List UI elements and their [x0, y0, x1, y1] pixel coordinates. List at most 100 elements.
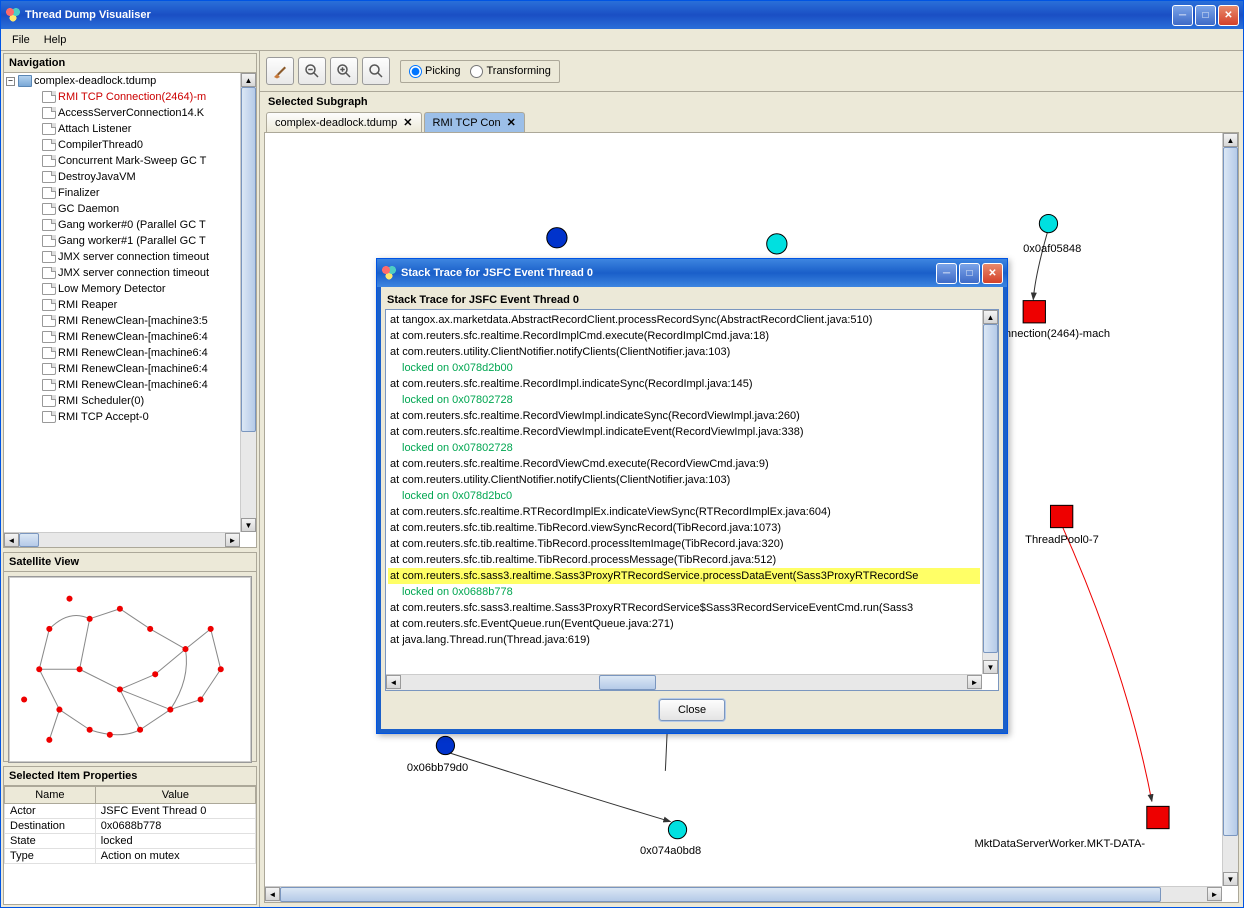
tree-item[interactable]: RMI RenewClean-[machine6:4 [4, 329, 256, 345]
graph-node[interactable] [436, 736, 454, 754]
satellite-header: Satellite View [4, 553, 256, 572]
tree-item[interactable]: RMI TCP Accept-0 [4, 409, 256, 425]
tree-item[interactable]: JMX server connection timeout [4, 265, 256, 281]
tree-item[interactable]: GC Daemon [4, 201, 256, 217]
graph-node-square[interactable] [1147, 806, 1169, 828]
tree-scrollbar-horizontal[interactable]: ◄ ► [4, 532, 240, 547]
tree-item[interactable]: CompilerThread0 [4, 137, 256, 153]
tree-item[interactable]: Concurrent Mark-Sweep GC T [4, 153, 256, 169]
minimize-button[interactable]: ─ [1172, 5, 1193, 26]
graph-scrollbar-horizontal[interactable]: ◄ ► [265, 886, 1222, 902]
maximize-button[interactable]: □ [1195, 5, 1216, 26]
property-row[interactable]: Destination0x0688b778 [5, 819, 256, 834]
tree-item[interactable]: AccessServerConnection14.K [4, 105, 256, 121]
scroll-down-button[interactable]: ▼ [983, 660, 998, 674]
graph-node[interactable] [1039, 214, 1057, 232]
tree-item[interactable]: RMI RenewClean-[machine6:4 [4, 377, 256, 393]
dialog-minimize-button[interactable]: ─ [936, 263, 957, 284]
scroll-thumb-horizontal[interactable] [599, 675, 656, 690]
tree-root[interactable]: −complex-deadlock.tdump [4, 73, 256, 89]
trace-scrollbar-horizontal[interactable]: ◄ ► [386, 674, 982, 690]
navigation-header: Navigation [4, 54, 256, 73]
tab[interactable]: RMI TCP Con✕ [424, 112, 525, 132]
scroll-down-button[interactable]: ▼ [241, 518, 256, 532]
tree-item-label: RMI TCP Accept-0 [58, 411, 149, 423]
navigation-tree[interactable]: −complex-deadlock.tdumpRMI TCP Connectio… [4, 73, 256, 547]
collapse-icon[interactable]: − [6, 77, 15, 86]
menu-help[interactable]: Help [37, 32, 74, 48]
trace-scrollbar-vertical[interactable]: ▲ ▼ [982, 310, 998, 674]
tree-item[interactable]: Gang worker#0 (Parallel GC T [4, 217, 256, 233]
scroll-left-button[interactable]: ◄ [4, 533, 19, 547]
tree-item[interactable]: Low Memory Detector [4, 281, 256, 297]
tree-item[interactable]: Attach Listener [4, 121, 256, 137]
node-label: MktDataServerWorker.MKT-DATA- [974, 838, 1145, 850]
file-icon [42, 123, 56, 135]
property-row[interactable]: TypeAction on mutex [5, 849, 256, 864]
tree-item[interactable]: RMI RenewClean-[machine6:4 [4, 361, 256, 377]
scroll-up-button[interactable]: ▲ [983, 310, 998, 324]
stack-trace-textarea[interactable]: at tangox.ax.marketdata.AbstractRecordCl… [385, 309, 999, 691]
graph-node[interactable] [767, 234, 787, 254]
tab[interactable]: complex-deadlock.tdump✕ [266, 112, 422, 132]
folder-icon [18, 75, 32, 87]
scroll-right-button[interactable]: ► [1207, 887, 1222, 901]
dialog-maximize-button[interactable]: □ [959, 263, 980, 284]
scroll-up-button[interactable]: ▲ [241, 73, 256, 87]
dialog-titlebar[interactable]: Stack Trace for JSFC Event Thread 0 ─ □ … [377, 259, 1007, 287]
scroll-right-button[interactable]: ► [967, 675, 982, 689]
tree-item[interactable]: Finalizer [4, 185, 256, 201]
tree-item[interactable]: RMI RenewClean-[machine3:5 [4, 313, 256, 329]
tree-item[interactable]: RMI Reaper [4, 297, 256, 313]
tree-item-label: RMI Scheduler(0) [58, 395, 144, 407]
tree-item[interactable]: Gang worker#1 (Parallel GC T [4, 233, 256, 249]
graph-node[interactable] [547, 228, 567, 248]
graph-node-square[interactable] [1023, 301, 1045, 323]
tree-item[interactable]: RMI RenewClean-[machine6:4 [4, 345, 256, 361]
dialog-label: Stack Trace for JSFC Event Thread 0 [385, 291, 999, 309]
properties-col-name[interactable]: Name [5, 787, 96, 804]
tree-scrollbar-vertical[interactable]: ▲ ▼ [240, 73, 256, 532]
menu-file[interactable]: File [5, 32, 37, 48]
tree-item-label: RMI Reaper [58, 299, 117, 311]
picking-radio[interactable]: Picking [409, 65, 460, 78]
tree-item-label: RMI RenewClean-[machine6:4 [58, 379, 208, 391]
dialog-close-button[interactable]: ✕ [982, 263, 1003, 284]
tab-close-icon[interactable]: ✕ [403, 116, 412, 129]
tree-item[interactable]: RMI Scheduler(0) [4, 393, 256, 409]
file-icon [42, 347, 56, 359]
property-row[interactable]: Statelocked [5, 834, 256, 849]
close-button[interactable]: Close [659, 699, 725, 721]
scroll-thumb-vertical[interactable] [983, 324, 998, 653]
tree-item[interactable]: JMX server connection timeout [4, 249, 256, 265]
graph-scrollbar-vertical[interactable]: ▲ ▼ [1222, 133, 1238, 886]
scroll-right-button[interactable]: ► [225, 533, 240, 547]
tree-item[interactable]: RMI TCP Connection(2464)-m [4, 89, 256, 105]
scroll-thumb-vertical[interactable] [1223, 147, 1238, 836]
tree-item[interactable]: DestroyJavaVM [4, 169, 256, 185]
tab-close-icon[interactable]: ✕ [507, 116, 516, 129]
main-titlebar[interactable]: Thread Dump Visualiser ─ □ ✕ [1, 1, 1243, 29]
scroll-left-button[interactable]: ◄ [265, 887, 280, 901]
scroll-thumb-horizontal[interactable] [19, 533, 39, 547]
app-icon [381, 265, 397, 281]
property-row[interactable]: ActorJSFC Event Thread 0 [5, 804, 256, 819]
zoom-out-button[interactable] [298, 57, 326, 85]
scroll-thumb-vertical[interactable] [241, 87, 256, 432]
properties-col-value[interactable]: Value [95, 787, 255, 804]
graph-node[interactable] [668, 821, 686, 839]
file-icon [42, 395, 56, 407]
zoom-in-button[interactable] [330, 57, 358, 85]
graph-node-square[interactable] [1050, 505, 1072, 527]
scroll-down-button[interactable]: ▼ [1223, 872, 1238, 886]
trace-line: locked on 0x07802728 [388, 440, 980, 456]
zoom-fit-button[interactable] [362, 57, 390, 85]
close-button[interactable]: ✕ [1218, 5, 1239, 26]
scroll-thumb-horizontal[interactable] [280, 887, 1161, 902]
satellite-view[interactable] [8, 576, 252, 763]
brush-button[interactable] [266, 57, 294, 85]
stack-trace-dialog[interactable]: Stack Trace for JSFC Event Thread 0 ─ □ … [376, 258, 1008, 734]
scroll-left-button[interactable]: ◄ [386, 675, 401, 689]
scroll-up-button[interactable]: ▲ [1223, 133, 1238, 147]
transforming-radio[interactable]: Transforming [470, 65, 550, 78]
